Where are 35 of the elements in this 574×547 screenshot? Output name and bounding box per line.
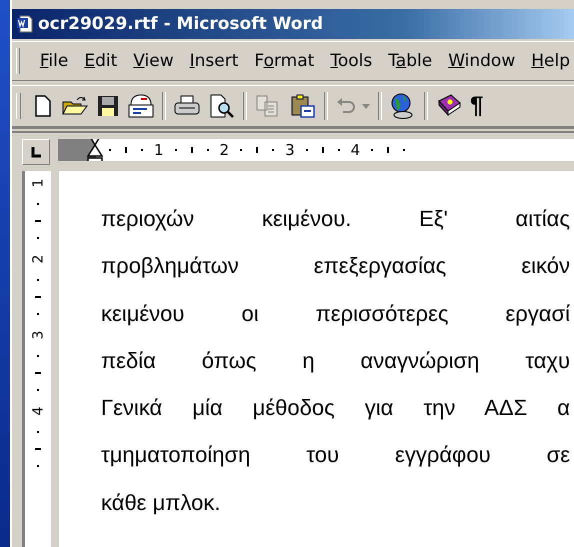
ruler-number: 4 bbox=[30, 406, 46, 416]
menu-item[interactable]: Tools bbox=[330, 51, 372, 71]
text-line: τμηματοποίηση του εγγράφου σε bbox=[101, 441, 570, 470]
text-line: πεδία όπως η αναγνώριση ταχυ bbox=[101, 346, 570, 375]
document-icon bbox=[16, 15, 34, 33]
menu-item[interactable]: Insert bbox=[190, 51, 238, 71]
ruler-number: 2 bbox=[30, 254, 46, 264]
text-line: προβλημάτων επεξεργασίας εικόν bbox=[101, 252, 570, 280]
show-formatting-button[interactable]: ¶ bbox=[470, 92, 484, 120]
menu-item[interactable]: View bbox=[133, 51, 174, 71]
menu-item[interactable]: Edit bbox=[84, 51, 118, 71]
paste-icon[interactable] bbox=[289, 93, 317, 119]
menu-item[interactable]: Help bbox=[531, 51, 570, 71]
ruler-ticks-drawing bbox=[106, 146, 146, 154]
envelope-icon[interactable] bbox=[127, 93, 155, 119]
menu-item[interactable]: Table bbox=[388, 51, 432, 71]
text-line: κάθε μπλοκ. bbox=[101, 488, 222, 517]
print-preview-icon[interactable] bbox=[208, 93, 236, 119]
menu-item[interactable]: Window bbox=[448, 51, 516, 71]
ruler-number: 3 bbox=[285, 141, 295, 159]
menu-item[interactable]: Format bbox=[254, 51, 314, 71]
ruler-number: 1 bbox=[30, 178, 46, 188]
window-title: ocr29029.rtf - Microsoft Word bbox=[38, 14, 324, 34]
ruler-number: 4 bbox=[350, 141, 360, 159]
text-line: Γενικά μία μέθοδος για την ΑΔΣ α bbox=[101, 394, 570, 422]
caret-icon bbox=[361, 101, 371, 111]
ruler-number: 3 bbox=[30, 330, 46, 340]
tab-selector[interactable] bbox=[22, 139, 50, 165]
menu-item[interactable]: File bbox=[40, 51, 68, 71]
text-line: κειμένου οι περισσότερες εργασί bbox=[101, 300, 570, 328]
ruler-number: 1 bbox=[154, 141, 164, 159]
ruler-number: 2 bbox=[220, 141, 230, 159]
left-tab-icon bbox=[30, 146, 42, 158]
undo-arrow-icon bbox=[335, 96, 357, 116]
text-line: περιοχών κειμένου. Εξ' αιτίας bbox=[101, 205, 570, 233]
